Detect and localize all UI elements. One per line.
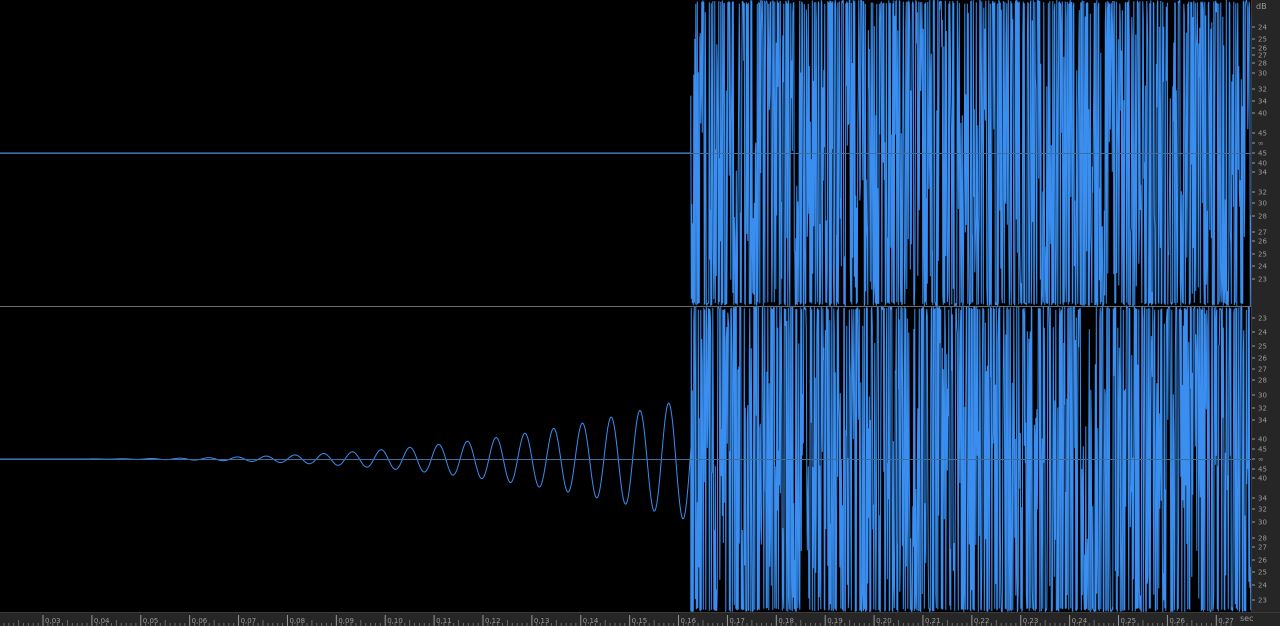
amplitude-tick-label: 28 — [1258, 60, 1267, 68]
amplitude-tick-label: 40 — [1258, 110, 1267, 118]
amplitude-tick-label: 32 — [1258, 405, 1267, 413]
amplitude-ruler: 24 25 26 27 28 30 32 34 40 45 ∞ 45 40 34 32 30 28 27 26 25 2… — [1251, 0, 1280, 612]
amplitude-tick-label: 40 — [1258, 160, 1267, 168]
amplitude-tick-label: 32 — [1258, 506, 1267, 514]
amplitude-tick-label: 30 — [1258, 519, 1267, 527]
amplitude-tick-label: 23 — [1258, 315, 1267, 323]
amplitude-tick-label: 45 — [1258, 130, 1267, 138]
waveform-svg[interactable] — [0, 0, 1251, 612]
amplitude-tick-label: 28 — [1258, 213, 1267, 221]
amplitude-tick-label: 34 — [1258, 417, 1267, 425]
amplitude-tick-label: 24 — [1258, 24, 1267, 32]
amplitude-tick-label: 25 — [1258, 343, 1267, 351]
amplitude-tick-label: 25 — [1258, 36, 1267, 44]
amplitude-tick-label: 45 — [1258, 466, 1267, 474]
amplitude-tick-label: ∞ — [1258, 456, 1264, 464]
amplitude-tick-label: 27 — [1258, 229, 1267, 237]
amplitude-tick-label: 34 — [1258, 98, 1267, 106]
amplitude-tick-label: 26 — [1258, 238, 1267, 246]
amplitude-tick-label: 32 — [1258, 189, 1267, 197]
amplitude-tick-label: 45 — [1258, 150, 1267, 158]
time-ruler[interactable]: 0,03 0,04 0,05 0,06 0,07 0,08 0,09 0,10 0,11 0,12… — [0, 612, 1280, 626]
amplitude-tick-label: 45 — [1258, 446, 1267, 454]
amplitude-tick-label: 30 — [1258, 392, 1267, 400]
audio-editor-window: 24 25 26 27 28 30 32 34 40 45 ∞ 45 40 34 32 30 28 27 26 25 2… — [0, 0, 1280, 626]
amplitude-tick-label: 26 — [1258, 557, 1267, 565]
amplitude-tick-label: 24 — [1258, 263, 1267, 271]
amplitude-tick-label: 30 — [1258, 200, 1267, 208]
amplitude-ruler-svg: 24252627283032344045∞4540343230282726252… — [1252, 24, 1267, 605]
amplitude-tick-label: 26 — [1258, 355, 1267, 363]
amplitude-tick-label: 27 — [1258, 366, 1267, 374]
amplitude-tick-label: 28 — [1258, 377, 1267, 385]
amplitude-tick-label: 40 — [1258, 436, 1267, 444]
amplitude-tick-label: 28 — [1258, 535, 1267, 543]
amplitude-tick-label: 27 — [1258, 52, 1267, 60]
time-ruler-svg[interactable]: 0,03 0,04 0,05 0,06 0,07 0,08 0,09 0,10 0,11 0,12… — [0, 613, 1280, 626]
amplitude-tick-label: ∞ — [1258, 140, 1264, 148]
amplitude-tick-label: 25 — [1258, 569, 1267, 577]
amplitude-tick-label: 23 — [1258, 276, 1267, 284]
amplitude-tick-label: 25 — [1258, 251, 1267, 259]
amplitude-tick-label: 34 — [1258, 169, 1267, 177]
amplitude-tick-label: 23 — [1258, 597, 1267, 605]
amplitude-tick-label: 30 — [1258, 70, 1267, 78]
amplitude-tick-label: 40 — [1258, 475, 1267, 483]
amplitude-tick-label: 34 — [1258, 495, 1267, 503]
waveform-display[interactable] — [0, 0, 1251, 612]
amplitude-tick-label: 32 — [1258, 86, 1267, 94]
amplitude-tick-label: 24 — [1258, 582, 1267, 590]
amplitude-unit-label: dB — [1256, 2, 1267, 11]
time-unit-label: sec — [1240, 614, 1254, 623]
amplitude-tick-label: 24 — [1258, 329, 1267, 337]
amplitude-tick-label: 27 — [1258, 544, 1267, 552]
